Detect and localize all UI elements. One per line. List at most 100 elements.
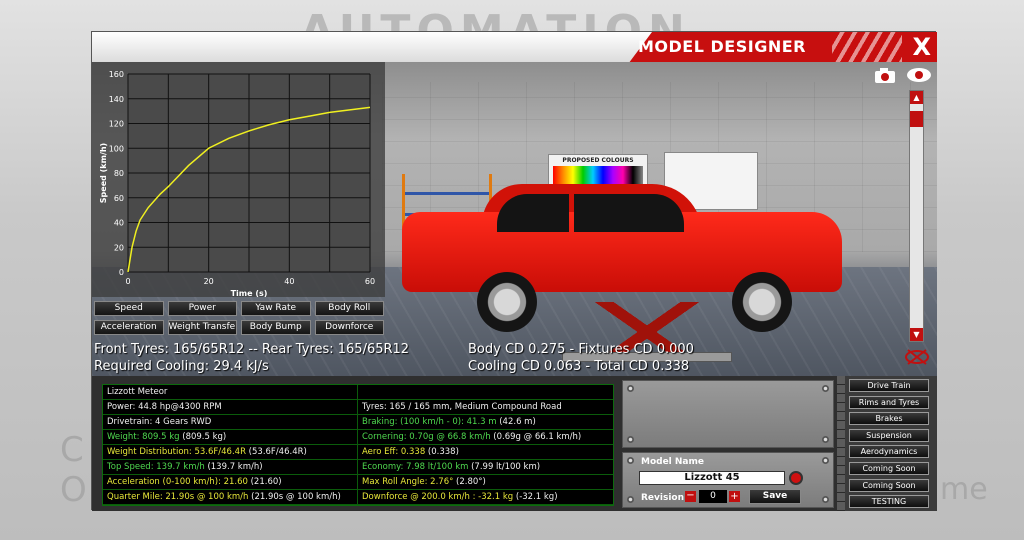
stat-value: Drivetrain: 4 Gears RWD — [107, 417, 212, 427]
close-button[interactable]: X — [912, 33, 931, 61]
stats-row: Top Speed: 139.7 km/h (139.7 km/h) Econom… — [103, 460, 613, 475]
stats-cell-left: Drivetrain: 4 Gears RWD — [103, 415, 358, 429]
scroll-thumb[interactable] — [910, 111, 923, 127]
graph-button-downforce[interactable]: Downforce — [314, 320, 384, 335]
chart-y-tick-label: 0 — [119, 268, 124, 277]
stat-value: Economy: 7.98 lt/100 km — [362, 462, 469, 472]
stats-row: Weight: 809.5 kg (809.5 kg) Cornering: 0.… — [103, 430, 613, 445]
stats-row: Weight Distribution: 53.6F/46.4R (53.6F/… — [103, 445, 613, 460]
graph-button-yaw-rate[interactable]: Yaw Rate — [241, 301, 311, 316]
stat-reference-value: (809.5 kg) — [179, 432, 227, 442]
side-menu-coming-soon[interactable]: Coming Soon — [849, 462, 929, 475]
side-menu-aerodynamics[interactable]: Aerodynamics — [849, 445, 929, 459]
background-text-left-1: C — [60, 430, 84, 470]
graph-button-body-bump[interactable]: Body Bump — [241, 320, 311, 335]
bolt — [627, 436, 634, 443]
zoom-scrollbar[interactable]: ▲ ▼ — [909, 90, 924, 342]
graph-button-body-roll[interactable]: Body Roll — [314, 301, 384, 316]
stat-reference-value: (2.80°) — [453, 477, 486, 487]
bolt — [627, 457, 634, 464]
graph-button-weight-transfer[interactable]: Weight Transfer — [167, 320, 237, 335]
bolt — [822, 496, 829, 503]
revision-label: Revision — [641, 493, 685, 503]
model-name-label: Model Name — [641, 457, 704, 467]
tyres-line: Front Tyres: 165/65R12 -- Rear Tyres: 16… — [94, 342, 410, 357]
car-wheel-front — [477, 272, 537, 332]
stat-reference-value: (0.338) — [425, 447, 459, 457]
stats-cell-left: Weight: 809.5 kg (809.5 kg) — [103, 430, 358, 444]
stat-reference-value: (-32.1 kg) — [513, 492, 558, 502]
total-cd-line: Cooling CD 0.063 - Total CD 0.338 — [468, 359, 690, 374]
save-button[interactable]: Save — [749, 489, 801, 504]
chart-y-tick-label: 80 — [114, 169, 124, 178]
side-menu-strip — [837, 376, 845, 511]
car-wheel-rear — [732, 272, 792, 332]
side-menu: Drive Train Rims and Tyres Brakes Suspensio… — [837, 376, 937, 511]
stats-cell-left: Lizzott Meteor — [103, 385, 358, 399]
stat-value: Acceleration (0-100 km/h): 21.60 — [107, 477, 248, 487]
stats-cell-right — [358, 385, 613, 399]
garage-viewport[interactable]: PROPOSED COLOURS 0 20 40 60 80 100 120 140 160 0 2… — [92, 62, 937, 376]
model-name-input[interactable]: Lizzott 45 — [639, 471, 785, 485]
bolt — [822, 457, 829, 464]
stats-cell-right: Downforce @ 200.0 km/h : -32.1 kg (-32.1… — [358, 490, 613, 504]
metal-panel-top — [622, 380, 834, 448]
side-menu-drive-train[interactable]: Drive Train — [849, 379, 929, 392]
stat-value: Weight Distribution: 53.6F/46.4R — [107, 447, 246, 457]
title-bar-white-band — [92, 32, 652, 62]
chart-x-axis-label: Time (s) — [231, 289, 268, 297]
stat-value: Tyres: 165 / 165 mm, Medium Compound Roa… — [362, 402, 562, 412]
revision-value: 0 — [699, 490, 727, 503]
clear-name-icon[interactable] — [789, 471, 803, 485]
chart-x-tick-label: 60 — [365, 277, 375, 286]
side-menu-suspension[interactable]: Suspension — [849, 428, 929, 442]
stats-cell-left: Acceleration (0-100 km/h): 21.60 (21.60) — [103, 475, 358, 489]
stats-cell-left: Power: 44.8 hp@4300 RPM — [103, 400, 358, 414]
stat-value: Cornering: 0.70g @ 66.8 km/h — [362, 432, 491, 442]
side-menu-rims-and-tyres[interactable]: Rims and Tyres — [849, 395, 929, 409]
stat-reference-value: (42.6 m) — [496, 417, 536, 427]
stat-reference-value: (53.6F/46.4R) — [245, 447, 307, 457]
stat-reference-value: (21.90s @ 100 km/h) — [248, 492, 341, 502]
stats-cell-right: Aero Eff: 0.338 (0.338) — [358, 445, 613, 459]
chart-y-tick-label: 140 — [109, 95, 124, 104]
chart-x-tick-label: 20 — [204, 277, 214, 286]
stats-cell-right: Braking: (100 km/h - 0): 41.3 m (42.6 m) — [358, 415, 613, 429]
stat-value: Lizzott Meteor — [107, 387, 168, 397]
scroll-up-arrow-icon[interactable]: ▲ — [910, 91, 923, 104]
chart-svg: 0 20 40 60 80 100 120 140 160 0 20 40 60 Time (s) Spee… — [99, 70, 375, 297]
bolt — [627, 385, 634, 392]
stats-row: Acceleration (0-100 km/h): 21.60 (21.60)… — [103, 475, 613, 490]
stat-reference-value: (139.7 km/h) — [204, 462, 263, 472]
performance-chart: 0 20 40 60 80 100 120 140 160 0 20 40 60 Time (s) Spee… — [92, 62, 385, 297]
chart-y-tick-label: 60 — [114, 194, 124, 203]
bolt — [822, 436, 829, 443]
stats-row: Drivetrain: 4 Gears RWD Braking: (100 km/… — [103, 415, 613, 430]
graph-button-power[interactable]: Power — [167, 301, 237, 316]
chart-x-tick-label: 40 — [284, 277, 294, 286]
revision-decrement-button[interactable]: − — [685, 491, 696, 502]
title-bar: MODEL DESIGNER X — [92, 32, 937, 62]
title-stripes — [832, 32, 902, 62]
side-menu-brakes[interactable]: Brakes — [849, 412, 929, 426]
scroll-down-arrow-icon[interactable]: ▼ — [910, 328, 923, 341]
camera-icon[interactable] — [872, 66, 898, 84]
car-front-window — [497, 194, 569, 232]
graph-button-speed[interactable]: Speed — [94, 301, 164, 316]
stats-row: Lizzott Meteor — [103, 385, 613, 400]
body-cd-line: Body CD 0.275 - Fixtures CD 0.000 — [468, 342, 694, 357]
revision-increment-button[interactable]: + — [729, 491, 740, 502]
stat-value: Aero Eff: 0.338 — [362, 447, 426, 457]
stat-reference-value: (7.99 lt/100 km) — [468, 462, 541, 472]
graph-button-acceleration[interactable]: Acceleration — [94, 320, 164, 335]
stats-cell-left: Quarter Mile: 21.90s @ 100 km/h (21.90s … — [103, 490, 358, 504]
side-menu-coming-soon[interactable]: Coming Soon — [849, 478, 929, 492]
chart-y-axis-label: Speed (km/h) — [99, 143, 108, 203]
eye-icon[interactable] — [906, 66, 932, 84]
cooling-required-line: Required Cooling: 29.4 kJ/s — [94, 359, 269, 374]
graph-button-group: Speed Power Yaw Rate Body Roll Acceleration W… — [94, 301, 384, 335]
stats-cell-left: Weight Distribution: 53.6F/46.4R (53.6F/… — [103, 445, 358, 459]
side-menu-testing[interactable]: TESTING — [849, 495, 929, 509]
background-text-right: me — [940, 472, 988, 507]
chart-y-tick-label: 120 — [109, 120, 124, 129]
